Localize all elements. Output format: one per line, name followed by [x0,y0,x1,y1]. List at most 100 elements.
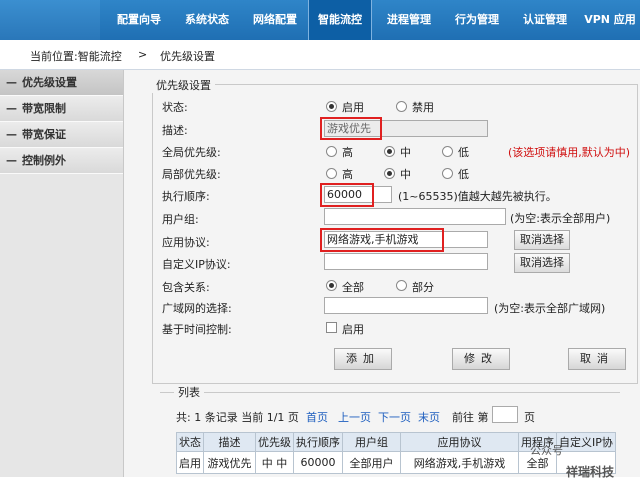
sidebar-item-bandwidth-guarantee[interactable]: — 带宽保证 [0,122,123,148]
local-high-radio[interactable] [326,168,337,179]
pager-page-suffix: 页 [524,411,535,424]
custom-ip-cancel-select-button[interactable]: 取消选择 [514,253,570,273]
cell-app-protocol: 网络游戏,手机游戏 [400,451,519,474]
nav-auth-management[interactable]: 认证管理 [514,0,576,40]
sidebar-item-label: 控制例外 [22,154,66,167]
contain-partial-radio[interactable] [396,280,407,291]
wan-input[interactable] [324,297,488,314]
global-low-label: 低 [458,146,469,159]
cell-usergroup: 全部用户 [342,451,401,474]
app-cancel-select-button[interactable]: 取消选择 [514,230,570,250]
pager-prev[interactable]: 上一页 [338,409,371,425]
status-enable-label: 启用 [342,101,364,114]
local-mid-label: 中 [400,168,411,181]
local-low-radio[interactable] [442,168,453,179]
global-high-label: 高 [342,146,353,159]
global-low-radio[interactable] [442,146,453,157]
cell-order: 60000 [293,451,343,474]
usergroup-hint: (为空:表示全部用户) [510,212,611,225]
app-protocol-label: 应用协议: [162,236,210,249]
usergroup-input[interactable] [324,208,506,225]
logo-area [0,0,100,40]
status-disable-label: 禁用 [412,101,434,114]
pager-first[interactable]: 首页 [306,409,328,425]
custom-ip-label: 自定义IP协议: [162,258,231,271]
order-hint: (1~65535)值越大越先被执行。 [398,190,557,203]
pager-page-input[interactable] [492,406,518,423]
col-status: 状态 [176,432,204,452]
global-priority-warning: (该选项请慎用,默认为中) [508,146,631,159]
order-highlight [320,183,374,207]
col-desc: 描述 [203,432,256,452]
nav-vpn-app[interactable]: VPN 应用 [580,0,640,40]
global-high-radio[interactable] [326,146,337,157]
status-enable-radio[interactable] [326,101,337,112]
cell-priority: 中 中 [255,451,294,474]
nav-config-wizard[interactable]: 配置向导 [108,0,170,40]
global-priority-label: 全局优先级: [162,146,221,159]
cell-status: 启用 [176,451,204,474]
col-usergroup: 用户组 [342,432,401,452]
add-button[interactable]: 添加 [334,348,392,370]
nav-network-config[interactable]: 网络配置 [244,0,306,40]
sidebar-item-priority[interactable]: — 优先级设置 [0,70,123,96]
breadcrumb-separator: > [138,48,148,61]
contain-label: 包含关系: [162,281,210,294]
desc-label: 描述: [162,124,188,137]
list-title: 列表 [174,384,204,400]
contain-partial-label: 部分 [412,281,434,294]
usergroup-label: 用户组: [162,213,199,226]
cell-desc: 游戏优先 [203,451,256,474]
local-low-label: 低 [458,168,469,181]
contain-all-label: 全部 [342,281,364,294]
status-disable-radio[interactable] [396,101,407,112]
top-navigation: 配置向导 系统状态 网络配置 智能流控 进程管理 行为管理 认证管理 VPN 应… [0,0,640,40]
nav-smart-flow-control[interactable]: 智能流控 [308,0,372,40]
sidebar-item-bandwidth-limit[interactable]: — 带宽限制 [0,96,123,122]
sidebar-item-label: 优先级设置 [22,76,77,89]
desc-highlight [320,117,382,140]
cancel-button[interactable]: 取消 [568,348,626,370]
time-control-option-label: 启用 [342,323,364,336]
sidebar-item-label: 带宽限制 [22,102,66,115]
global-mid-radio[interactable] [384,146,395,157]
breadcrumb-current: 优先级设置 [160,50,215,63]
custom-ip-input[interactable] [324,253,488,270]
local-high-label: 高 [342,168,353,181]
sidebar-item-control-exception[interactable]: — 控制例外 [0,148,123,174]
col-app-protocol: 应用协议 [400,432,519,452]
local-priority-label: 局部优先级: [162,168,221,181]
wan-label: 广域网的选择: [162,302,232,315]
breadcrumb: 当前位置:智能流控 > 优先级设置 [0,40,640,70]
fieldset-legend: 优先级设置 [152,77,215,93]
contain-all-radio[interactable] [326,280,337,291]
nav-behavior-management[interactable]: 行为管理 [446,0,508,40]
local-mid-radio[interactable] [384,168,395,179]
pager-next[interactable]: 下一页 [378,409,411,425]
nav-process-management[interactable]: 进程管理 [378,0,440,40]
list-divider [160,392,620,393]
watermark-brand: 祥瑞科技 [566,465,615,479]
nav-system-status[interactable]: 系统状态 [176,0,238,40]
app-protocol-highlight [320,228,444,252]
modify-button[interactable]: 修改 [452,348,510,370]
order-label: 执行顺序: [162,190,210,203]
breadcrumb-prefix: 当前位置:智能流控 [30,50,122,63]
dash-icon: — [6,76,17,89]
pager-goto-label: 前往 第 [452,411,489,424]
time-control-label: 基于时间控制: [162,323,232,336]
watermark-wechat: 公众号 [530,444,563,457]
time-control-checkbox[interactable] [326,322,337,333]
pager-last[interactable]: 末页 [418,409,440,425]
dash-icon: — [6,128,17,141]
list-summary: 共: 1 条记录 当前 1/1 页 [176,411,299,424]
dash-icon: — [6,154,17,167]
sidebar-item-label: 带宽保证 [22,128,66,141]
dash-icon: — [6,102,17,115]
col-priority: 优先级 [255,432,294,452]
col-custom-ip: 自定义IP协 [556,432,616,452]
wan-hint: (为空:表示全部广域网) [494,302,606,315]
sidebar: — 优先级设置 — 带宽限制 — 带宽保证 — 控制例外 [0,70,124,477]
col-order: 执行顺序 [293,432,343,452]
status-label: 状态: [162,101,188,114]
